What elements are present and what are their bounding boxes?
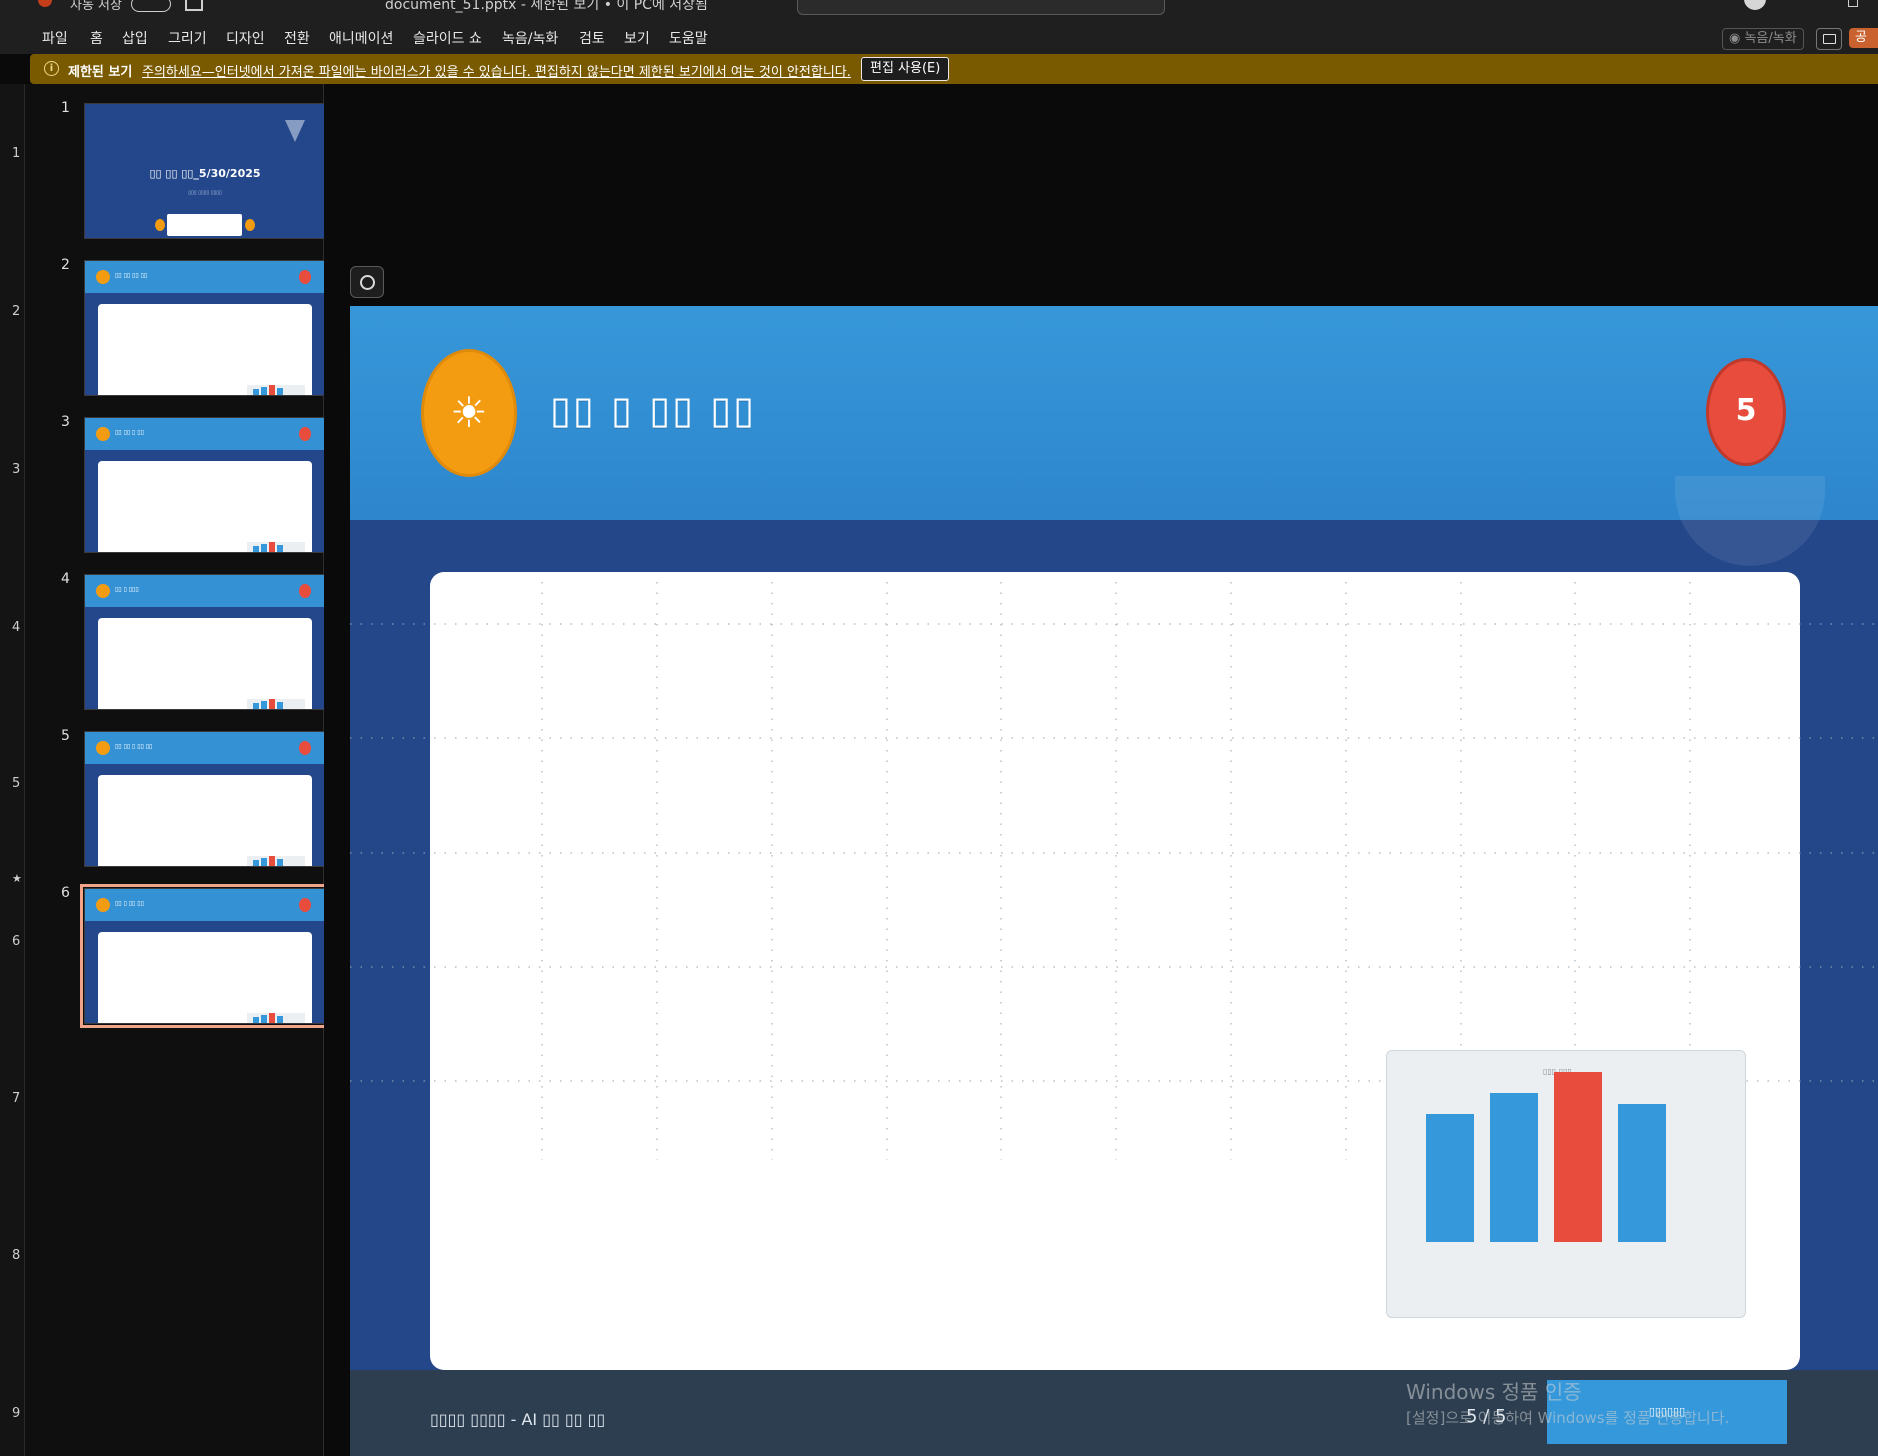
menu-transitions[interactable]: 전환 — [284, 28, 310, 48]
sun-icon — [96, 584, 110, 598]
slide-thumbnails-pane: 1 ▯▯ ▯▯ ▯▯_5/30/2025 ▯▯▯ ▯▯▯▯ ▯▯▯▯ 2 ▯▯ … — [25, 84, 330, 1456]
thumbnail-title: ▯▯ ▯ ▯▯▯ — [115, 586, 139, 593]
chart-bar — [1618, 1104, 1666, 1242]
ruler-number: 4 — [12, 620, 21, 635]
ruler-number: 9 — [12, 1406, 21, 1421]
thumbnail-slide-5[interactable]: ▯▯ ▯▯ ▯ ▯▯ ▯▯ — [84, 731, 326, 867]
page-badge — [299, 898, 311, 912]
menu-home[interactable]: 홈 — [90, 28, 103, 48]
avatar[interactable] — [1744, 0, 1766, 10]
thumbnail-slide-2[interactable]: ▯▯ ▯▯ ▯▯ ▯▯ — [84, 260, 326, 396]
mini-chart — [247, 1013, 305, 1023]
chart-bar-highlight — [1554, 1072, 1602, 1242]
menu-animations[interactable]: 애니메이션 — [329, 28, 393, 48]
autosave-toggle[interactable] — [131, 0, 171, 12]
current-slide[interactable]: ☀ ▯▯ ▯ ▯▯ ▯▯ 5 ▯▯▯ ▯▯▯ ▯ ▯▯▯▯ - AI ▯▯ ▯▯… — [350, 306, 1878, 1456]
ruler-number: 1 — [12, 146, 21, 161]
menu-file[interactable]: 파일 — [42, 28, 68, 48]
mini-chart — [247, 699, 305, 709]
menu-review[interactable]: 검토 — [579, 28, 605, 48]
slide-title[interactable]: ▯▯ ▯ ▯▯ ▯▯ — [550, 388, 756, 432]
mini-chart — [247, 856, 305, 866]
thumbnail-number: 4 — [61, 571, 70, 587]
copilot-button[interactable] — [350, 266, 384, 298]
protected-view-message[interactable]: 주의하세요—인터넷에서 가져온 파일에는 바이러스가 있을 수 있습니다. 편집… — [142, 61, 851, 80]
footer-text: ▯▯▯▯ ▯▯▯▯ - AI ▯▯ ▯▯ ▯▯ — [430, 1410, 606, 1429]
thumbnail-number: 2 — [61, 257, 70, 273]
triangle-decoration — [285, 120, 305, 142]
animation-star-icon: ★ — [12, 872, 22, 885]
maximize-icon[interactable] — [1848, 0, 1858, 7]
thumbnail-title: ▯▯ ▯▯ ▯▯ ▯▯ — [115, 272, 148, 279]
circle-decoration — [1675, 476, 1825, 566]
copilot-icon — [360, 275, 375, 290]
menu-view[interactable]: 보기 — [624, 28, 650, 48]
sun-icon — [96, 270, 110, 284]
protected-view-title: 제한된 보기 — [68, 65, 133, 80]
comments-button[interactable] — [1816, 28, 1842, 50]
watermark-title: Windows 정품 인증 — [1406, 1380, 1582, 1404]
thumbnail-number: 6 — [61, 885, 70, 901]
page-number-badge: 5 — [1706, 358, 1786, 466]
ruler-number: 3 — [12, 462, 21, 477]
thumbnail-title: ▯▯ ▯▯ ▯ ▯▯ — [115, 429, 144, 436]
ruler-number: 5 — [12, 776, 21, 791]
document-title: document_51.pptx - 제한된 보기 • 이 PC에 저장됨 — [385, 0, 708, 13]
sun-icon — [96, 741, 110, 755]
page-badge — [299, 270, 311, 284]
thumbnail-slide-1[interactable]: ▯▯ ▯▯ ▯▯_5/30/2025 ▯▯▯ ▯▯▯▯ ▯▯▯▯ — [84, 103, 326, 239]
search-input[interactable] — [797, 0, 1165, 15]
sun-icon — [96, 427, 110, 441]
dot-decoration — [245, 219, 255, 231]
sun-icon — [96, 898, 110, 912]
thumbnail-subtitle: ▯▯▯ ▯▯▯▯ ▯▯▯▯ — [188, 190, 222, 196]
page-badge — [299, 741, 311, 755]
dot-decoration — [155, 219, 165, 231]
thumbnail-box — [167, 214, 242, 236]
watermark-subtitle: [설정]으로 이동하여 Windows를 정품 인증합니다. — [1406, 1409, 1730, 1427]
page-badge — [299, 584, 311, 598]
ruler-number: 2 — [12, 304, 21, 319]
ribbon-menu-bar: 파일 홈 삽입 그리기 디자인 전환 애니메이션 슬라이드 쇼 녹음/녹화 검토… — [0, 18, 1878, 54]
menu-draw[interactable]: 그리기 — [168, 28, 207, 48]
powerpoint-logo-icon — [38, 0, 52, 7]
thumbnail-title: ▯▯ ▯ ▯▯ ▯▯ — [115, 900, 144, 907]
thumbnail-title: ▯▯ ▯▯ ▯ ▯▯ ▯▯ — [115, 743, 153, 750]
info-icon: i — [44, 61, 59, 76]
share-button[interactable]: 공 — [1849, 28, 1878, 48]
mini-chart — [247, 542, 305, 552]
save-icon[interactable] — [185, 0, 203, 11]
thumbnail-number: 1 — [61, 100, 70, 116]
title-bar: 자동 저장 document_51.pptx - 제한된 보기 • 이 PC에 … — [0, 0, 1878, 18]
mini-chart — [247, 385, 305, 395]
thumbnail-slide-3[interactable]: ▯▯ ▯▯ ▯ ▯▯ — [84, 417, 326, 553]
menu-design[interactable]: 디자인 — [226, 28, 265, 48]
page-badge — [299, 427, 311, 441]
menu-insert[interactable]: 삽입 — [122, 28, 148, 48]
chart-bar — [1490, 1093, 1538, 1242]
menu-record[interactable]: 녹음/녹화 — [502, 28, 558, 48]
enable-editing-button[interactable]: 편집 사용(E) — [861, 57, 950, 81]
ruler-number: 7 — [12, 1091, 21, 1106]
autosave-label: 자동 저장 — [70, 0, 122, 13]
bar-chart-graphic[interactable]: ▯▯▯ ▯▯▯ — [1386, 1050, 1746, 1318]
sun-icon: ☀ — [421, 349, 517, 477]
menu-slideshow[interactable]: 슬라이드 쇼 — [413, 28, 482, 48]
comment-icon — [1823, 34, 1836, 44]
thumbnail-title: ▯▯ ▯▯ ▯▯_5/30/2025 — [149, 167, 261, 180]
ruler-number: 8 — [12, 1248, 21, 1263]
thumbnail-number: 5 — [61, 728, 70, 744]
vertical-ruler: 1 2 3 4 5 ★ 6 7 8 9 — [0, 84, 25, 1456]
thumbnail-slide-4[interactable]: ▯▯ ▯ ▯▯▯ — [84, 574, 326, 710]
windows-activation-watermark: Windows 정품 인증 [설정]으로 이동하여 Windows를 정품 인증… — [1406, 1376, 1729, 1428]
thumbnail-number: 3 — [61, 414, 70, 430]
record-button[interactable]: ◉ 녹음/녹화 — [1722, 28, 1804, 50]
protected-view-bar: i 제한된 보기 주의하세요—인터넷에서 가져온 파일에는 바이러스가 있을 수… — [30, 54, 1878, 84]
ruler-number: 6 — [12, 934, 21, 949]
chart-bar — [1426, 1114, 1474, 1242]
thumbnail-slide-6[interactable]: ▯▯ ▯ ▯▯ ▯▯ — [80, 884, 330, 1028]
menu-help[interactable]: 도움말 — [669, 28, 708, 48]
